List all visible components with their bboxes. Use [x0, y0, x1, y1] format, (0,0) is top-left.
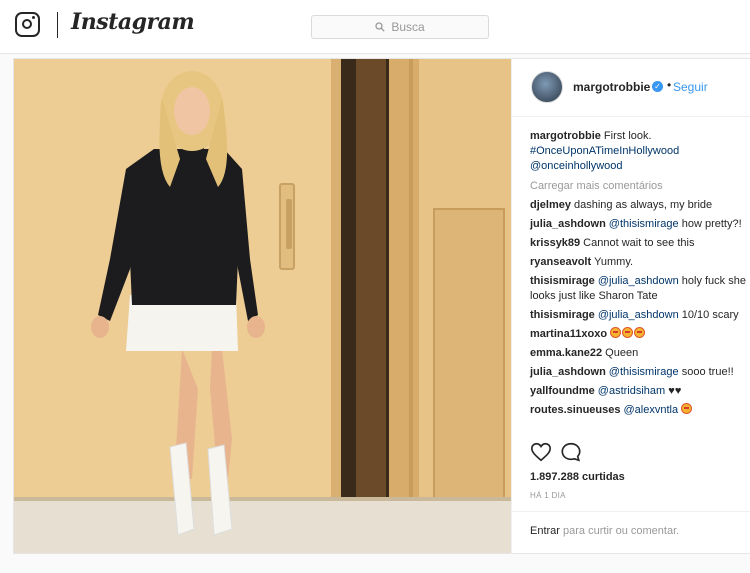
post-photo[interactable] — [14, 59, 511, 553]
comment-text: dashing as always, my bride — [573, 199, 713, 211]
like-count[interactable]: 1.897.288 curtidas — [530, 471, 625, 483]
separator-dot: • — [667, 78, 672, 92]
comment-item: thisismirage @julia_ashdown 10/10 scary — [530, 308, 750, 323]
heart-icon[interactable] — [530, 441, 552, 468]
comment-username[interactable]: julia_ashdown — [530, 218, 606, 230]
comment-username[interactable]: thisismirage — [530, 275, 595, 287]
comment-mention[interactable]: @astridsiham — [598, 385, 665, 397]
comment-mention[interactable]: @alexvntla — [623, 404, 678, 416]
comment-text: Cannot wait to see this — [583, 237, 695, 249]
login-suffix-text: para curtir ou comentar. — [563, 525, 680, 537]
comment-username[interactable]: djelmey — [530, 199, 571, 211]
comment-username[interactable]: martina11xoxo — [530, 328, 607, 340]
comment-text: ♥♥ — [668, 385, 682, 397]
post-actions — [526, 441, 746, 465]
post-side-panel: margotrobbie ✓ • Seguir margotrobbie Firs… — [511, 59, 750, 553]
comment-item: routes.sinueuses @alexvntla — [530, 403, 750, 418]
caption-text: First look. — [603, 130, 652, 142]
comment-mention[interactable]: @julia_ashdown — [598, 275, 679, 287]
comments-list: margotrobbie First look. #OnceUponATimeIn… — [530, 129, 750, 422]
comment-text: Yummy. — [594, 256, 634, 268]
comment-username[interactable]: emma.kane22 — [530, 347, 602, 359]
search-placeholder: Busca — [391, 20, 425, 34]
comment-item: ryanseavolt Yummy. — [530, 255, 750, 270]
load-more-comments-link[interactable]: Carregar mais comentários — [530, 179, 750, 194]
comment-text: sooo true!! — [681, 366, 734, 378]
caption-username[interactable]: margotrobbie — [530, 130, 601, 142]
search-input[interactable]: Busca — [311, 15, 489, 39]
instagram-logo-icon[interactable] — [15, 12, 40, 37]
post-username[interactable]: margotrobbie — [573, 80, 650, 94]
comment-icon[interactable] — [560, 441, 582, 468]
comment-username[interactable]: thisismirage — [530, 309, 595, 321]
instagram-wordmark[interactable]: Instagram — [71, 9, 195, 35]
caption: margotrobbie First look. #OnceUponATimeIn… — [530, 129, 750, 174]
top-navigation-bar: Instagram Busca — [0, 0, 750, 54]
post-header: margotrobbie ✓ • Seguir — [512, 59, 750, 117]
comment-item: emma.kane22 Queen — [530, 346, 750, 361]
verified-badge-icon: ✓ — [652, 81, 663, 92]
post-timestamp[interactable]: HÁ 1 DIA — [530, 491, 566, 500]
avatar[interactable] — [531, 71, 563, 103]
comment-item: julia_ashdown @thisismirage how pretty?! — [530, 217, 750, 232]
comment-item: krissyk89 Cannot wait to see this — [530, 236, 750, 251]
post-card: margotrobbie ✓ • Seguir margotrobbie Firs… — [13, 58, 750, 554]
comment-username[interactable]: julia_ashdown — [530, 366, 606, 378]
comment-item: djelmey dashing as always, my bride — [530, 198, 750, 213]
caption-mention[interactable]: @onceinhollywood — [530, 160, 623, 172]
comment-mention[interactable]: @thisismirage — [609, 218, 679, 230]
comment-item: martina11xoxo — [530, 327, 750, 342]
login-link[interactable]: Entrar — [530, 525, 560, 537]
comment-item: yallfoundme @astridsiham ♥♥ — [530, 384, 750, 399]
comment-mention[interactable]: @thisismirage — [609, 366, 679, 378]
heart-eyes-emoji-icon — [681, 403, 693, 416]
logo-divider — [57, 12, 58, 38]
comment-text: how pretty?! — [681, 218, 742, 230]
heart-eyes-emoji-icon — [610, 327, 646, 340]
comment-item: thisismirage @julia_ashdown holy fuck she… — [530, 274, 750, 304]
login-to-comment: Entrar para curtir ou comentar. — [512, 511, 750, 553]
comment-mention[interactable]: @julia_ashdown — [598, 309, 679, 321]
caption-hashtag[interactable]: #OnceUponATimeInHollywood — [530, 145, 679, 157]
follow-button[interactable]: Seguir — [673, 80, 708, 94]
comment-text: Queen — [605, 347, 639, 359]
comment-username[interactable]: krissyk89 — [530, 237, 580, 249]
comment-username[interactable]: ryanseavolt — [530, 256, 591, 268]
comment-text: 10/10 scary — [681, 309, 739, 321]
comment-item: julia_ashdown @thisismirage sooo true!! — [530, 365, 750, 380]
search-icon — [375, 22, 385, 32]
comment-username[interactable]: routes.sinueuses — [530, 404, 620, 416]
comment-username[interactable]: yallfoundme — [530, 385, 595, 397]
